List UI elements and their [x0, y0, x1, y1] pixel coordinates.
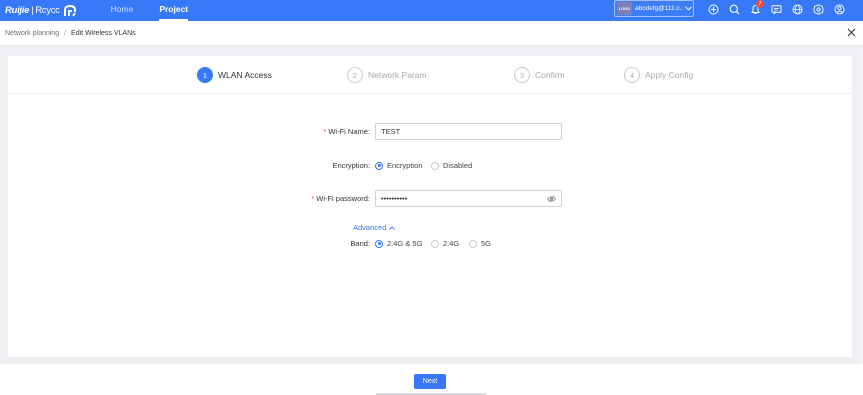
step-apply-config: 4 Apply Config [624, 67, 693, 83]
scrollbar[interactable] [859, 46, 863, 364]
search-icon[interactable] [727, 2, 742, 17]
brand-name: Ruijie [5, 5, 30, 16]
bell-icon[interactable]: 7 [748, 0, 764, 17]
step-number: 2 [347, 67, 363, 83]
top-bar: Ruijie | Rcycc Home Project LOGO abcdefg… [0, 0, 863, 21]
advanced-toggle[interactable]: Advanced [353, 223, 396, 232]
account-selector[interactable]: LOGO abcdefg@111.c... [614, 0, 694, 17]
account-logo: LOGO [617, 2, 632, 15]
step-label: Network Param [368, 70, 427, 80]
encryption-option-encryption[interactable]: Encryption [375, 161, 422, 170]
required-mark: * [311, 194, 315, 203]
required-mark: * [323, 127, 327, 136]
radio-label: 5G [481, 239, 492, 248]
breadcrumb: Network planning / Edit Wireless VLANs [0, 21, 863, 46]
chevron-down-icon [685, 6, 692, 11]
close-icon[interactable] [847, 28, 856, 37]
brand-mark-icon [63, 4, 76, 17]
brand-logo[interactable]: Ruijie | Rcycc [5, 4, 77, 17]
settings-icon[interactable] [811, 2, 826, 17]
chevron-up-icon [389, 225, 396, 230]
radio-dot [375, 239, 383, 248]
radio-dot [431, 239, 439, 248]
breadcrumb-current: Edit Wireless VLANs [71, 29, 136, 37]
band-option-2-4g[interactable]: 2.4G [431, 239, 459, 248]
radio-label: Encryption [387, 161, 423, 170]
wifi-name-input[interactable] [375, 123, 562, 140]
globe-icon[interactable] [790, 2, 805, 17]
brand-separator: | [31, 5, 34, 16]
step-wlan-access: 1 WLAN Access [197, 67, 272, 83]
nav-home[interactable]: Home [98, 0, 147, 21]
radio-label: 2.4G & 5G [387, 239, 423, 248]
wifi-password-label-text: Wi-Fi password: [316, 194, 370, 203]
plus-circle-icon[interactable] [706, 2, 721, 17]
encryption-label: Encryption: [332, 161, 370, 170]
account-email: abcdefg@111.c... [635, 5, 683, 12]
brand-product: Rcycc [35, 5, 60, 16]
step-label: Apply Config [645, 70, 694, 80]
step-label: WLAN Access [218, 70, 272, 80]
radio-dot [431, 161, 439, 170]
wifi-name-label-text: Wi-Fi Name: [328, 127, 370, 136]
step-label: Confirm [535, 70, 565, 80]
wifi-password-label: * Wi-Fi password: [290, 194, 370, 203]
wizard-steps: 1 WLAN Access 2 Network Param 3 Confirm … [8, 56, 852, 94]
step-network-param: 2 Network Param [347, 67, 427, 83]
message-icon[interactable] [769, 2, 784, 17]
radio-dot [375, 161, 383, 170]
step-confirm: 3 Confirm [514, 67, 565, 83]
wifi-name-label: * Wi-Fi Name: [300, 127, 370, 136]
wifi-password-input[interactable] [375, 190, 562, 207]
breadcrumb-separator: / [64, 29, 67, 37]
band-label: Band: [350, 239, 370, 248]
user-icon[interactable] [832, 2, 847, 17]
step-number: 1 [197, 67, 213, 83]
band-option-dual[interactable]: 2.4G & 5G [375, 239, 422, 248]
radio-label: 2.4G [443, 239, 460, 248]
main-nav: Home Project [98, 0, 202, 21]
step-number: 4 [624, 67, 640, 83]
radio-dot [469, 239, 477, 248]
breadcrumb-parent[interactable]: Network planning [5, 30, 59, 37]
nav-project[interactable]: Project [146, 0, 201, 21]
band-option-5g[interactable]: 5G [469, 239, 491, 248]
encryption-option-disabled[interactable]: Disabled [431, 161, 472, 170]
advanced-label: Advanced [353, 223, 387, 232]
notification-badge: 7 [756, 0, 764, 8]
eye-off-icon[interactable] [547, 195, 556, 203]
step-number: 3 [514, 67, 530, 83]
next-button[interactable]: Next [414, 374, 446, 389]
radio-label: Disabled [443, 161, 473, 170]
